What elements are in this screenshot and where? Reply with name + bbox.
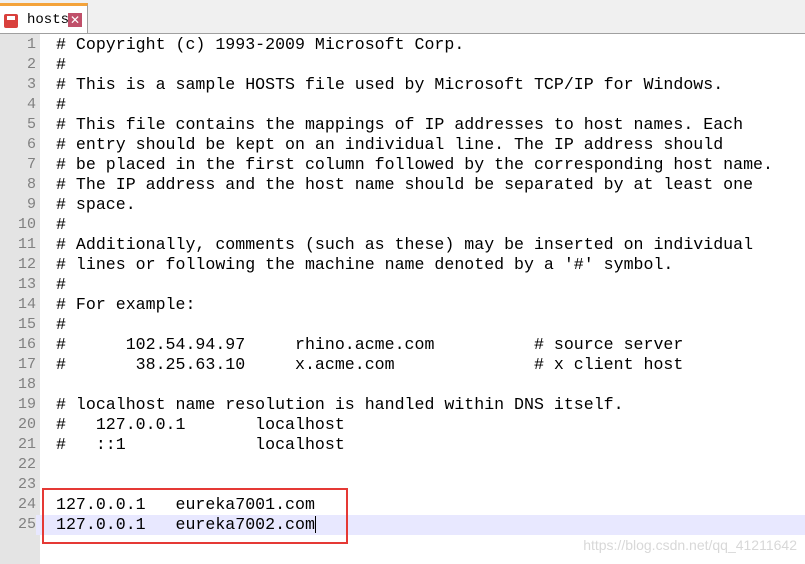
editor-line[interactable]: 11 # Additionally, comments (such as thes…	[0, 235, 805, 255]
editor-line[interactable]: 19 # localhost name resolution is handled…	[0, 395, 805, 415]
watermark: https://blog.csdn.net/qq_41211642	[583, 537, 797, 553]
editor-line[interactable]: 8 # The IP address and the host name shou…	[0, 175, 805, 195]
line-text: # entry should be kept on an individual …	[56, 135, 724, 154]
line-number: 17	[17, 356, 36, 373]
close-icon[interactable]: ✕	[68, 13, 82, 27]
editor-line[interactable]: 20 # 127.0.0.1 localhost	[0, 415, 805, 435]
tab-bar: hosts ✕	[0, 0, 805, 34]
line-text: #	[56, 95, 66, 114]
line-number: 5	[26, 116, 36, 133]
line-number: 7	[26, 156, 36, 173]
annotation-highlight-box	[42, 488, 348, 544]
editor-line[interactable]: 5 # This file contains the mappings of IP…	[0, 115, 805, 135]
line-number: 14	[17, 296, 36, 313]
line-text: # 38.25.63.10 x.acme.com # x client host	[56, 355, 684, 374]
editor-line[interactable]: 12 # lines or following the machine name …	[0, 255, 805, 275]
line-text: # Copyright (c) 1993-2009 Microsoft Corp…	[56, 35, 465, 54]
tab-hosts[interactable]: hosts ✕	[0, 3, 88, 33]
line-number: 1	[26, 36, 36, 53]
line-text: # The IP address and the host name shoul…	[56, 175, 754, 194]
editor-line[interactable]: 2 #	[0, 55, 805, 75]
text-editor[interactable]: 1 # Copyright (c) 1993-2009 Microsoft Cor…	[0, 35, 805, 535]
line-number: 20	[17, 416, 36, 433]
editor-line[interactable]: 22	[0, 455, 805, 475]
save-icon	[4, 14, 18, 28]
line-text: #	[56, 55, 66, 74]
line-text: # This is a sample HOSTS file used by Mi…	[56, 75, 724, 94]
editor-line[interactable]: 10 #	[0, 215, 805, 235]
editor-line[interactable]: 21 # ::1 localhost	[0, 435, 805, 455]
editor-line[interactable]: 3 # This is a sample HOSTS file used by M…	[0, 75, 805, 95]
line-text: #	[56, 275, 66, 294]
line-text: # ::1 localhost	[56, 435, 345, 454]
line-number: 16	[17, 336, 36, 353]
editor-line[interactable]: 16 # 102.54.94.97 rhino.acme.com # source…	[0, 335, 805, 355]
editor-line[interactable]: 6 # entry should be kept on an individual…	[0, 135, 805, 155]
editor-line[interactable]: 15 #	[0, 315, 805, 335]
line-number: 8	[26, 176, 36, 193]
tab-label: hosts	[27, 12, 70, 28]
line-text: # be placed in the first column followed…	[56, 155, 773, 174]
line-number: 24	[17, 496, 36, 513]
line-text: # space.	[56, 195, 136, 214]
line-number: 22	[17, 456, 36, 473]
editor-line[interactable]: 14 # For example:	[0, 295, 805, 315]
line-number: 15	[17, 316, 36, 333]
line-number: 23	[17, 476, 36, 493]
editor-line[interactable]: 4 #	[0, 95, 805, 115]
line-number: 12	[17, 256, 36, 273]
line-text: # localhost name resolution is handled w…	[56, 395, 624, 414]
line-number: 25	[0, 515, 36, 535]
line-text: # This file contains the mappings of IP …	[56, 115, 744, 134]
editor-line[interactable]: 17 # 38.25.63.10 x.acme.com # x client ho…	[0, 355, 805, 375]
editor-line[interactable]: 1 # Copyright (c) 1993-2009 Microsoft Cor…	[0, 35, 805, 55]
line-number: 10	[17, 216, 36, 233]
editor-line[interactable]: 7 # be placed in the first column followe…	[0, 155, 805, 175]
editor-line[interactable]: 9 # space.	[0, 195, 805, 215]
line-text: # 127.0.0.1 localhost	[56, 415, 345, 434]
line-text: # 102.54.94.97 rhino.acme.com # source s…	[56, 335, 684, 354]
line-number: 21	[17, 436, 36, 453]
line-number: 11	[17, 236, 36, 253]
line-number: 13	[17, 276, 36, 293]
line-text: # lines or following the machine name de…	[56, 255, 674, 274]
line-number: 9	[26, 196, 36, 213]
editor-line[interactable]: 13 #	[0, 275, 805, 295]
editor-line[interactable]: 18	[0, 375, 805, 395]
line-text: # For example:	[56, 295, 196, 314]
line-number: 18	[17, 376, 36, 393]
line-text: #	[56, 315, 66, 334]
line-number: 4	[26, 96, 36, 113]
line-number: 3	[26, 76, 36, 93]
line-text: # Additionally, comments (such as these)…	[56, 235, 754, 254]
line-number: 6	[26, 136, 36, 153]
line-number: 19	[17, 396, 36, 413]
line-text: #	[56, 215, 66, 234]
line-number: 2	[26, 56, 36, 73]
